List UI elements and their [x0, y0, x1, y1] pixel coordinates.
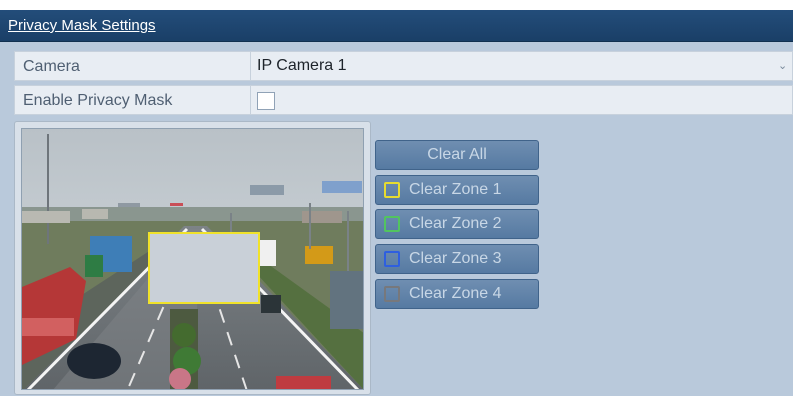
chevron-down-icon[interactable]: ⌄: [778, 59, 792, 73]
clear-zone-4-button[interactable]: Clear Zone 4: [375, 279, 539, 309]
camera-preview[interactable]: [21, 128, 364, 390]
enable-privacy-mask-checkbox[interactable]: [257, 92, 275, 110]
page-title: Privacy Mask Settings: [8, 17, 156, 34]
clear-zone-2-button[interactable]: Clear Zone 2: [375, 209, 539, 239]
camera-label: Camera: [23, 58, 80, 75]
header: Privacy Mask Settings: [0, 10, 793, 42]
privacy-mask-settings-panel: Privacy Mask Settings Camera IP Camera 1…: [0, 0, 793, 396]
row-divider: [250, 52, 251, 80]
zone-1-color-icon: [384, 182, 400, 198]
camera-row: Camera IP Camera 1 ⌄: [14, 51, 793, 81]
clear-zone-4-label: Clear Zone 4: [409, 285, 502, 302]
clear-all-button-label: Clear All: [427, 146, 487, 163]
clear-zone-1-label: Clear Zone 1: [409, 181, 502, 198]
clear-zone-3-label: Clear Zone 3: [409, 250, 502, 267]
top-spacer: [0, 0, 793, 10]
privacy-mask-zone-1[interactable]: [148, 232, 260, 304]
clear-all-button[interactable]: Clear All: [375, 140, 539, 170]
row-divider: [250, 86, 251, 114]
enable-privacy-mask-label: Enable Privacy Mask: [23, 92, 173, 109]
zone-4-color-icon: [384, 286, 400, 302]
clear-zone-3-button[interactable]: Clear Zone 3: [375, 244, 539, 274]
zone-2-color-icon: [384, 216, 400, 232]
zone-3-color-icon: [384, 251, 400, 267]
camera-select-value[interactable]: IP Camera 1: [257, 57, 347, 75]
clear-zone-2-label: Clear Zone 2: [409, 215, 502, 232]
camera-preview-frame: [14, 121, 371, 395]
enable-privacy-mask-row: Enable Privacy Mask: [14, 85, 793, 115]
clear-zone-1-button[interactable]: Clear Zone 1: [375, 175, 539, 205]
